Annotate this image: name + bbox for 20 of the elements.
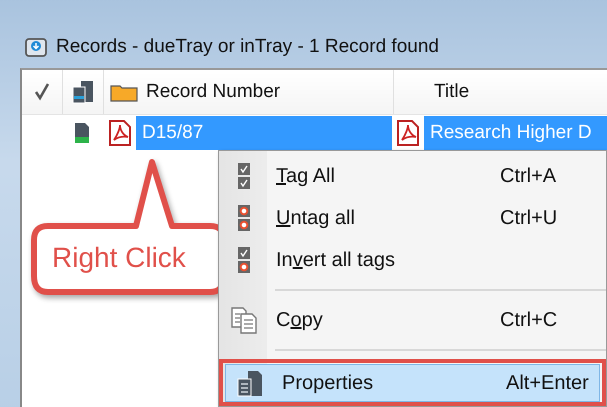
copy-icon (230, 306, 258, 334)
tray-icon (24, 35, 48, 59)
menu-item[interactable]: Copy Ctrl+C (219, 301, 606, 339)
menu-item[interactable]: Tag All Ctrl+A (219, 157, 606, 195)
document-icon (74, 122, 90, 144)
properties-icon (236, 369, 264, 397)
checkboxes-icon (238, 163, 250, 189)
checkmark-icon (34, 83, 50, 101)
documents-icon (71, 80, 95, 104)
menu-item[interactable]: Properties Alt+Enter (225, 364, 600, 402)
menu-item[interactable]: Invert all tags (219, 241, 606, 279)
tag-boxes-icon (238, 205, 250, 231)
menu-item[interactable]: Untag all Ctrl+U (219, 199, 606, 237)
callout-text: Right Click (52, 242, 186, 274)
window-title: Records - dueTray or inTray - 1 Record found (56, 36, 439, 58)
column-header[interactable]: Record Number (146, 81, 280, 103)
pdf-icon (108, 120, 132, 146)
tag-boxes-icon (238, 247, 250, 273)
column-header[interactable]: Title (434, 81, 470, 103)
pdf-icon (396, 120, 420, 146)
